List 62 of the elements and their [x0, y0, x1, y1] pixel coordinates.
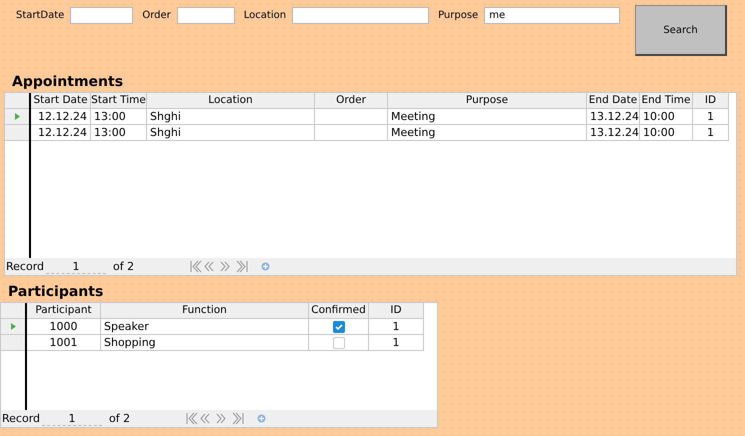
filter-label: StartDate [16, 10, 64, 21]
table-cell: Speaker [101, 319, 309, 335]
table-cell: 1 [369, 319, 424, 335]
table-cell: 12.12.24 [31, 109, 91, 125]
table-cell: Meeting [388, 109, 587, 125]
current-row-icon [10, 323, 16, 330]
table-cell: Meeting [388, 125, 587, 141]
table-cell: 1 [693, 125, 729, 141]
table-cell: 13.12.24 [587, 125, 640, 141]
corner-header[interactable] [1, 303, 25, 319]
table-cell: 12.12.24 [31, 125, 91, 141]
section-title: Appointments [12, 73, 124, 92]
column-header[interactable]: Start Time [91, 93, 147, 109]
section-title: Participants [8, 283, 104, 302]
filter-field[interactable] [176, 7, 235, 24]
filter-label: Location [244, 10, 286, 21]
record-label: Record [1, 412, 42, 425]
table-cell: Shghi [147, 109, 315, 125]
filter-field[interactable] [292, 7, 430, 24]
column-header[interactable]: Function [101, 303, 309, 319]
row-header[interactable] [5, 125, 29, 141]
table-cell: 1000 [27, 319, 101, 335]
record-label: Record [5, 260, 46, 273]
record-count: of 2 [112, 260, 136, 273]
row-header[interactable] [1, 319, 25, 335]
record-number-field[interactable]: 1 [46, 260, 106, 274]
table-cell: 13.12.24 [587, 109, 640, 125]
table-cell: Shghi [147, 125, 315, 141]
column-header[interactable]: End Time [640, 93, 693, 109]
filter-field[interactable] [70, 7, 134, 24]
row-header[interactable] [1, 335, 25, 351]
add-record-icon[interactable] [257, 414, 266, 423]
add-record-icon[interactable] [261, 262, 270, 271]
search-button[interactable]: Search [635, 5, 727, 56]
current-row-icon [14, 113, 20, 120]
filter-field[interactable]: me [484, 7, 620, 24]
column-header[interactable]: Location [147, 93, 315, 109]
confirmed-checkbox[interactable] [332, 320, 344, 332]
table-cell: 13:00 [91, 125, 147, 141]
column-header[interactable]: Start Date [31, 93, 91, 109]
table-cell: 1001 [27, 335, 101, 351]
filter-label: Purpose [438, 10, 478, 21]
column-header[interactable]: Participant [27, 303, 101, 319]
record-count: of 2 [108, 412, 132, 425]
column-header[interactable]: Order [315, 93, 388, 109]
confirmed-checkbox[interactable] [332, 336, 344, 348]
row-header[interactable] [5, 109, 29, 125]
corner-header[interactable] [5, 93, 29, 109]
checkmark-icon [334, 324, 342, 330]
column-header[interactable]: ID [693, 93, 729, 109]
table-cell: 1 [693, 109, 729, 125]
column-header[interactable]: Confirmed [309, 303, 369, 319]
table-cell: 1 [369, 335, 424, 351]
filter-label: Order [142, 10, 171, 21]
table-cell: 10:00 [640, 125, 693, 141]
table-cell: Shopping [101, 335, 309, 351]
column-header[interactable]: Purpose [388, 93, 587, 109]
column-header[interactable]: End Date [587, 93, 640, 109]
table-cell: 10:00 [640, 109, 693, 125]
record-number-field[interactable]: 1 [42, 412, 102, 426]
table-cell: 13:00 [91, 109, 147, 125]
column-header[interactable]: ID [369, 303, 424, 319]
